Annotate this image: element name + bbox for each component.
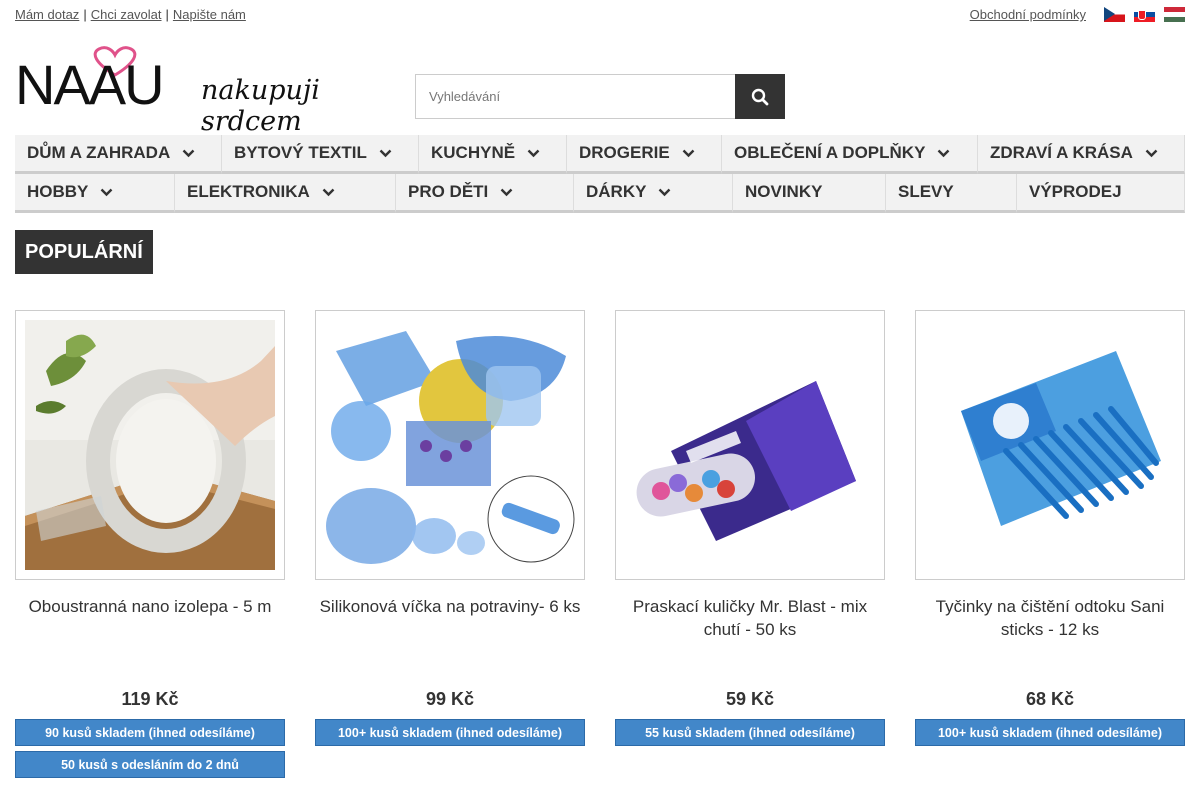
product-card[interactable]: Tyčinky na čištění odtoku Sani sticks - … <box>915 310 1185 751</box>
logo-tagline: nakupuji srdcem <box>201 75 320 137</box>
nav-item-obleceni-a-doplnky[interactable]: OBLEČENÍ A DOPLŇKY <box>722 135 978 174</box>
product-card[interactable]: Oboustranná nano izolepa - 5 m 119 Kč 90… <box>15 310 285 783</box>
product-image[interactable] <box>15 310 285 580</box>
product-price: 68 Kč <box>1025 689 1075 709</box>
nav-row-1: DŮM A ZAHRADA BYTOVÝ TEXTIL KUCHYNĚ DROG… <box>15 135 1185 174</box>
nav-item-zdravi-a-krasa[interactable]: ZDRAVÍ A KRÁSA <box>978 135 1185 174</box>
stock-badge: 50 kusů s odesláním do 2 dnů <box>15 751 285 778</box>
product-name[interactable]: Praskací kuličky Mr. Blast - mix chutí -… <box>615 595 885 687</box>
mr-blast-image <box>616 311 884 579</box>
nav-row-2: HOBBY ELEKTRONIKA PRO DĚTI DÁRKY NOVINKY… <box>15 174 1185 213</box>
cz-flag-icon[interactable] <box>1104 7 1125 22</box>
nav-item-bytovy-textil[interactable]: BYTOVÝ TEXTIL <box>222 135 419 174</box>
chevron-down-icon <box>527 149 540 157</box>
product-name[interactable]: Oboustranná nano izolepa - 5 m <box>15 595 285 687</box>
nav-label: ZDRAVÍ A KRÁSA <box>990 143 1133 162</box>
product-card[interactable]: Silikonová víčka na potraviny- 6 ks 99 K… <box>315 310 585 751</box>
chevron-down-icon <box>182 149 195 157</box>
nav-item-drogerie[interactable]: DROGERIE <box>567 135 722 174</box>
search-input[interactable] <box>415 74 735 119</box>
product-card[interactable]: Praskací kuličky Mr. Blast - mix chutí -… <box>615 310 885 751</box>
nav-label: DÁRKY <box>586 182 647 201</box>
chevron-down-icon <box>938 149 950 157</box>
chevron-down-icon <box>101 188 113 196</box>
main-navigation: DŮM A ZAHRADA BYTOVÝ TEXTIL KUCHYNĚ DROG… <box>15 135 1185 213</box>
stock-badge: 100+ kusů skladem (ihned odesíláme) <box>315 719 585 746</box>
stock-badge: 100+ kusů skladem (ihned odesíláme) <box>915 719 1185 746</box>
product-image[interactable] <box>915 310 1185 580</box>
search-icon <box>751 88 769 105</box>
nav-label: DŮM A ZAHRADA <box>27 143 171 162</box>
product-price: 99 Kč <box>425 689 475 709</box>
nav-label: HOBBY <box>27 182 89 201</box>
link-call-me[interactable]: Chci zavolat <box>91 7 162 22</box>
sani-sticks-image <box>916 311 1184 579</box>
nav-label: OBLEČENÍ A DOPLŇKY <box>734 143 926 162</box>
product-image[interactable] <box>615 310 885 580</box>
nav-item-slevy[interactable]: SLEVY <box>886 174 1017 213</box>
nav-label: SLEVY <box>898 182 954 201</box>
nav-label: DROGERIE <box>579 143 670 162</box>
stock-badge: 55 kusů skladem (ihned odesíláme) <box>615 719 885 746</box>
product-image[interactable] <box>315 310 585 580</box>
nav-item-kuchyne[interactable]: KUCHYNĚ <box>419 135 567 174</box>
nav-label: KUCHYNĚ <box>431 143 516 162</box>
nav-label: ELEKTRONIKA <box>187 182 310 201</box>
section-title-popular: POPULÁRNÍ <box>15 230 153 274</box>
site-logo[interactable]: NAAU nakupuji srdcem <box>15 45 385 137</box>
product-name[interactable]: Tyčinky na čištění odtoku Sani sticks - … <box>915 595 1185 687</box>
nav-item-hobby[interactable]: HOBBY <box>15 174 175 213</box>
nav-label: BYTOVÝ TEXTIL <box>234 143 367 162</box>
nav-item-novinky[interactable]: NOVINKY <box>733 174 886 213</box>
chevron-down-icon <box>682 149 695 157</box>
product-name[interactable]: Silikonová víčka na potraviny- 6 ks <box>315 595 585 687</box>
chevron-down-icon <box>659 188 671 196</box>
nav-item-pro-deti[interactable]: PRO DĚTI <box>396 174 574 213</box>
nav-item-elektronika[interactable]: ELEKTRONIKA <box>175 174 396 213</box>
search-button[interactable] <box>735 74 785 119</box>
top-right-bar: Obchodní podmínky <box>970 7 1185 22</box>
chevron-down-icon <box>322 188 335 196</box>
search-form <box>415 74 785 119</box>
silicone-lids-image <box>316 311 584 579</box>
nav-item-dum-a-zahrada[interactable]: DŮM A ZAHRADA <box>15 135 222 174</box>
link-terms[interactable]: Obchodní podmínky <box>970 7 1086 22</box>
chevron-down-icon <box>379 149 392 157</box>
sk-flag-icon[interactable] <box>1134 7 1155 22</box>
nav-label: NOVINKY <box>745 182 823 201</box>
product-price: 119 Kč <box>121 689 179 709</box>
link-write-us[interactable]: Napište nám <box>173 7 246 22</box>
hu-flag-icon[interactable] <box>1164 7 1185 22</box>
nav-label: PRO DĚTI <box>408 182 489 201</box>
stock-badge: 90 kusů skladem (ihned odesíláme) <box>15 719 285 746</box>
chevron-down-icon <box>500 188 513 196</box>
top-contact-bar: Mám dotaz | Chci zavolat | Napište nám <box>15 7 246 22</box>
logo-name: NAAU <box>15 53 165 116</box>
link-ask-question[interactable]: Mám dotaz <box>15 7 79 22</box>
nav-label: VÝPRODEJ <box>1029 182 1122 201</box>
nav-item-vyprodej[interactable]: VÝPRODEJ <box>1017 174 1185 213</box>
tape-image <box>25 320 275 570</box>
chevron-down-icon <box>1145 149 1158 157</box>
product-price: 59 Kč <box>725 689 775 709</box>
nav-item-darky[interactable]: DÁRKY <box>574 174 733 213</box>
